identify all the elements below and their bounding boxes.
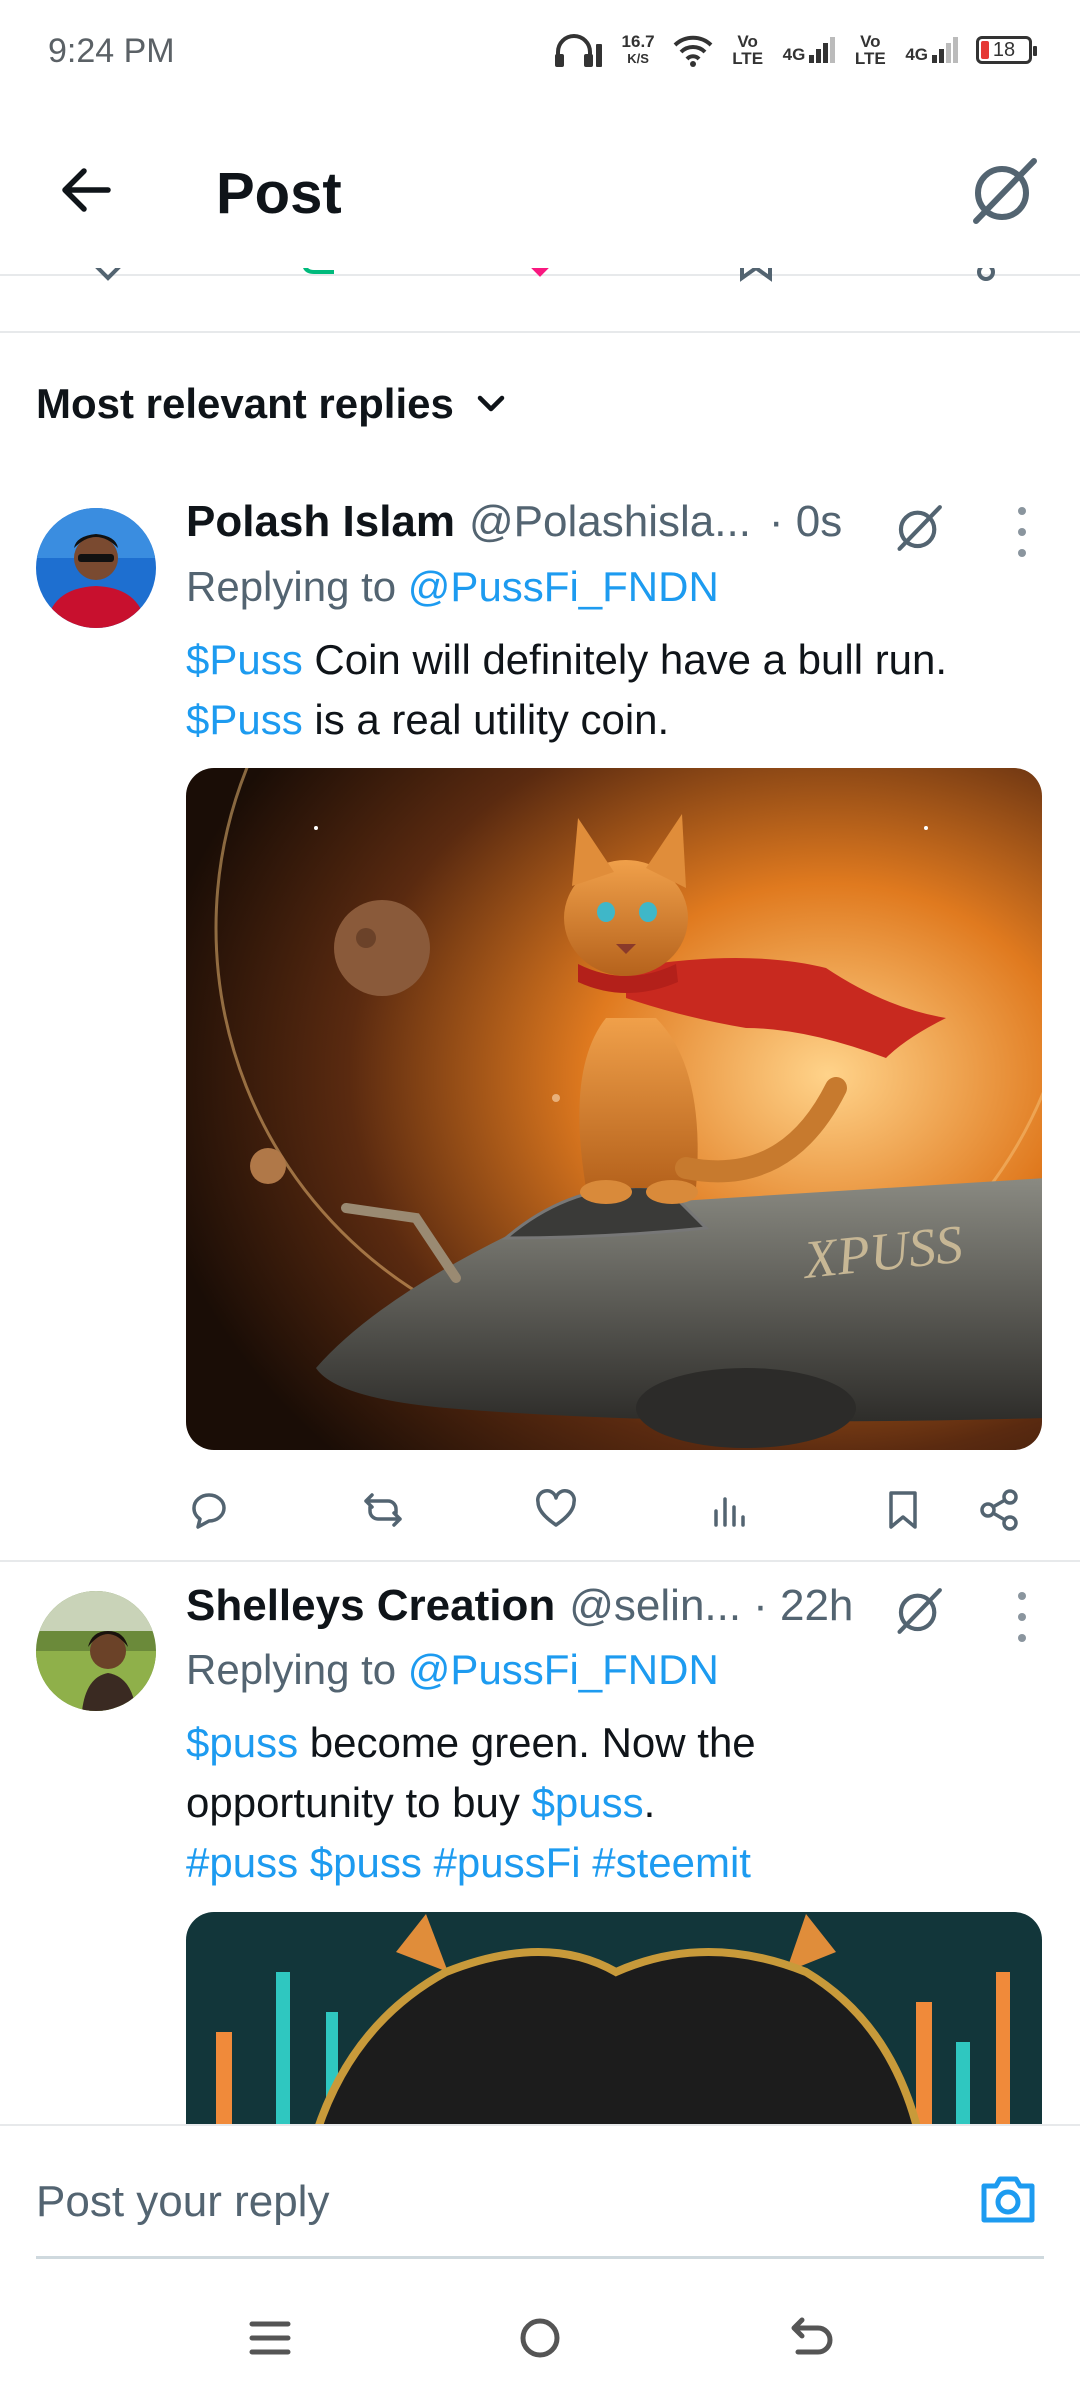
composer-underline — [36, 2256, 1044, 2259]
status-time: 9:24 PM — [48, 32, 175, 70]
cashtag-link[interactable]: $Puss — [186, 636, 303, 683]
wifi-icon — [673, 35, 713, 67]
sim1-volte: Vo LTE — [732, 32, 764, 68]
author-handle[interactable]: @selin... — [569, 1581, 741, 1631]
status-icons: 16.7 K/S Vo LTE 4G Vo LTE 4G 18 — [552, 30, 1037, 70]
repost-icon[interactable] — [360, 1487, 406, 1533]
cashtag-link[interactable]: $Puss — [186, 696, 303, 743]
replying-to: Replying to @PussFi_FNDN — [186, 1646, 719, 1693]
reply-icon[interactable] — [88, 268, 128, 286]
bookmark-icon[interactable] — [736, 268, 776, 286]
like-icon[interactable] — [533, 1487, 579, 1533]
views-icon[interactable] — [707, 1487, 753, 1533]
page-title: Post — [216, 161, 342, 226]
like-icon[interactable] — [520, 268, 560, 286]
camera-icon[interactable] — [978, 2170, 1038, 2230]
reply-divider — [0, 1560, 1080, 1562]
share-icon[interactable] — [966, 268, 1006, 286]
author-name[interactable]: Polash Islam — [186, 497, 455, 547]
headphones-icon — [554, 34, 602, 67]
reply-input[interactable]: Post your reply — [36, 2177, 329, 2227]
bookmark-share-group — [880, 1487, 1022, 1533]
sort-label: Most relevant replies — [36, 380, 454, 427]
main-post-actions-partial — [0, 268, 1080, 288]
hashtags[interactable]: #puss $puss #pussFi #steemit — [186, 1833, 1046, 1893]
repost-icon[interactable] — [300, 268, 340, 286]
battery-icon: 18 — [976, 36, 1037, 64]
cashtag-link[interactable]: $puss — [532, 1779, 644, 1826]
back-arrow-icon[interactable] — [56, 160, 116, 220]
reply-header: Shelleys Creation @selin... · 22h — [186, 1581, 853, 1631]
grok-icon[interactable] — [894, 1586, 944, 1636]
back-icon[interactable] — [778, 2306, 842, 2370]
author-name[interactable]: Shelleys Creation — [186, 1581, 555, 1631]
reply-actions — [186, 1482, 1022, 1538]
more-options-icon[interactable] — [1012, 507, 1032, 557]
menu-icon[interactable] — [238, 2306, 302, 2370]
reply-header: Polash Islam @Polashisla... · 0s — [186, 497, 842, 547]
reply-image[interactable] — [186, 1912, 1042, 2132]
bookmark-icon[interactable] — [880, 1487, 926, 1533]
share-icon[interactable] — [976, 1487, 1022, 1533]
grok-icon[interactable] — [894, 503, 944, 553]
home-icon[interactable] — [508, 2306, 572, 2370]
post-time: · 0s — [768, 497, 843, 546]
avatar[interactable] — [36, 1591, 156, 1711]
sim1-signal-icon: 4G — [783, 37, 836, 63]
cashtag-link[interactable]: $puss — [186, 1719, 298, 1766]
avatar[interactable] — [36, 508, 156, 628]
reply-icon[interactable] — [186, 1487, 232, 1533]
actions-divider — [0, 331, 1080, 333]
chevron-down-icon — [477, 395, 505, 412]
network-speed: 16.7 K/S — [621, 32, 655, 66]
replying-to-link[interactable]: @PussFi_FNDN — [408, 563, 719, 610]
reply-image[interactable]: XPUSS — [186, 768, 1042, 1450]
grok-icon[interactable] — [968, 155, 1040, 227]
reply-text: $Puss Coin will definitely have a bull r… — [186, 636, 948, 743]
replying-to: Replying to @PussFi_FNDN — [186, 563, 719, 610]
sim2-volte: Vo LTE — [854, 32, 886, 68]
post-time: · 22h — [753, 1581, 854, 1630]
sort-dropdown[interactable]: Most relevant replies — [36, 380, 508, 428]
author-handle[interactable]: @Polashisla... — [469, 497, 751, 547]
more-options-icon[interactable] — [1012, 1592, 1032, 1642]
reply-text: $puss become green. Now the opportunity … — [186, 1713, 1046, 1893]
replying-to-link[interactable]: @PussFi_FNDN — [408, 1646, 719, 1693]
sim2-signal-icon: 4G — [905, 37, 958, 63]
